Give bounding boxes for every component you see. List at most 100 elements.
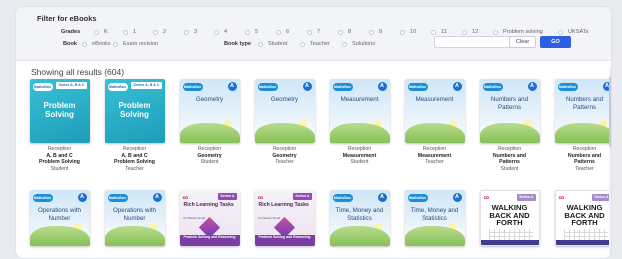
radio-icon[interactable] <box>123 29 128 35</box>
cover-title: Numbers and Patterns <box>565 96 604 111</box>
book-cover[interactable]: ∞ Series A Rich Learning Tasks Dr Marian Sm… <box>179 190 240 246</box>
book-type-option-student[interactable]: Student <box>258 41 287 47</box>
radio-icon[interactable] <box>245 29 250 35</box>
grades-label: Grades <box>61 29 81 35</box>
book-card[interactable]: MathsBox A Numbers and Patterns Reception Nu… <box>472 79 547 172</box>
radio-icon[interactable] <box>400 29 405 35</box>
book-meta: Reception Measurement Teacher <box>397 146 472 166</box>
book-cover[interactable]: MathsBox Series A, B & C Problem Solving <box>104 79 165 143</box>
grade-option[interactable]: 2 <box>153 29 166 35</box>
book-cover[interactable]: MathsBox A Measurement <box>404 79 465 143</box>
book-card[interactable]: MathsBox A Geometry Reception Geometry Teache… <box>247 79 322 166</box>
radio-icon[interactable] <box>338 29 343 35</box>
radio-icon[interactable] <box>82 41 87 47</box>
option-label: UKSATs <box>568 29 589 35</box>
grade-option[interactable]: 11 <box>431 29 447 35</box>
grade-option[interactable]: 3 <box>184 29 197 35</box>
series-a-badge: A <box>302 82 312 91</box>
book-card[interactable]: MathsBox A Numbers and Patterns Reception Nu… <box>547 79 611 172</box>
grade-option[interactable]: 1 <box>123 29 136 35</box>
book-card[interactable]: MathsBox A Time, Money and Statistics <box>397 190 472 246</box>
book-card[interactable]: ∞ Series A WALKING BACK AND FORTH <box>547 190 611 246</box>
cover-band <box>480 240 539 245</box>
radio-icon[interactable] <box>493 29 498 35</box>
cover-band <box>555 240 611 245</box>
grade-option[interactable]: 7 <box>307 29 320 35</box>
radio-icon[interactable] <box>369 29 374 35</box>
radio-icon[interactable] <box>300 41 305 47</box>
book-cover[interactable]: MathsBox A Operations with Number <box>104 190 165 246</box>
book-cover[interactable]: MathsBox A Measurement <box>329 79 390 143</box>
book-meta-line: Teacher <box>425 159 444 165</box>
cover-title: Measurement <box>415 96 454 103</box>
grade-option[interactable]: 8 <box>338 29 351 35</box>
book-card[interactable]: MathsBox A Operations with Number <box>97 190 172 246</box>
go-button[interactable]: GO <box>540 36 571 48</box>
book-card[interactable]: MathsBox A Geometry Reception Geometry Studen… <box>172 79 247 166</box>
book-cover[interactable]: ∞ Series A WALKING BACK AND FORTH <box>554 190 611 246</box>
book-cover[interactable]: MathsBox A Time, Money and Statistics <box>329 190 390 246</box>
scrollbar-thumb[interactable] <box>609 77 611 147</box>
grade-option[interactable]: 6 <box>276 29 289 35</box>
book-option-ebooks[interactable]: eBooks <box>82 41 111 47</box>
radio-icon[interactable] <box>153 29 158 35</box>
radio-icon[interactable] <box>184 29 189 35</box>
option-label: 2 <box>163 29 167 35</box>
series-tag: Series A, B & C <box>131 82 162 89</box>
radio-icon[interactable] <box>462 29 467 35</box>
grass-illustration <box>329 226 390 246</box>
book-type-option-solutions[interactable]: Solutions <box>342 41 375 47</box>
grade-option[interactable]: UKSATs <box>558 29 588 35</box>
grade-option[interactable]: 9 <box>369 29 382 35</box>
book-meta: Reception Numbers and Patterns Student <box>472 146 547 172</box>
book-cover[interactable]: MathsBox A Time, Money and Statistics <box>404 190 465 246</box>
book-cover[interactable]: MathsBox A Numbers and Patterns <box>479 79 540 143</box>
book-meta: Reception A, B and C Problem Solving Studen… <box>22 146 97 172</box>
book-card[interactable]: ∞ Series A WALKING BACK AND FORTH <box>472 190 547 246</box>
book-cover[interactable]: ∞ Series A WALKING BACK AND FORTH <box>479 190 540 246</box>
book-card[interactable]: MathsBox A Measurement Reception Measurement… <box>397 79 472 166</box>
book-cover[interactable]: MathsBox A Numbers and Patterns <box>554 79 611 143</box>
grade-option[interactable]: 12 <box>462 29 478 35</box>
radio-icon[interactable] <box>342 41 347 47</box>
radio-icon[interactable] <box>94 29 99 35</box>
results-count: Showing all results (604) <box>31 67 125 77</box>
option-label: 3 <box>194 29 198 35</box>
radio-icon[interactable] <box>307 29 312 35</box>
book-card[interactable]: MathsBox A Time, Money and Statistics <box>322 190 397 246</box>
book-card[interactable]: MathsBox A Operations with Number <box>22 190 97 246</box>
book-card[interactable]: ∞ Series A Rich Learning Tasks Dr Marian Sm… <box>172 190 247 246</box>
book-cover[interactable]: MathsBox A Operations with Number <box>29 190 90 246</box>
book-cover[interactable]: MathsBox A Geometry <box>254 79 315 143</box>
grade-option[interactable]: 4 <box>214 29 227 35</box>
book-card[interactable]: ∞ Series A Rich Learning Tasks Dr Marian Sm… <box>247 190 322 246</box>
scrollbar[interactable] <box>609 67 611 257</box>
book-cover[interactable]: MathsBox Series A, B & C Problem Solving <box>29 79 90 143</box>
search-input[interactable]: × <box>434 36 521 48</box>
book-cover[interactable]: ∞ Series A Rich Learning Tasks Dr Marian Sm… <box>254 190 315 246</box>
filter-title: Filter for eBooks <box>37 14 97 23</box>
option-label: K <box>104 29 108 35</box>
radio-icon[interactable] <box>276 29 281 35</box>
grade-option[interactable]: K <box>94 29 108 35</box>
book-cover[interactable]: MathsBox A Geometry <box>179 79 240 143</box>
book-card[interactable]: MathsBox A Measurement Reception Measurement… <box>322 79 397 166</box>
book-meta: Reception Geometry Student <box>172 146 247 166</box>
book-meta-line: Teacher <box>575 165 594 172</box>
radio-icon[interactable] <box>558 29 563 35</box>
brand-logo: MathsBox <box>32 83 53 91</box>
clear-button[interactable]: Clear <box>509 36 536 48</box>
grade-option[interactable]: 5 <box>245 29 258 35</box>
brand-logo: MathsBox <box>332 83 353 91</box>
grade-option[interactable]: 10 <box>400 29 416 35</box>
grass-illustration <box>254 123 315 143</box>
book-type-option-teacher[interactable]: Teacher <box>300 41 330 47</box>
book-card[interactable]: MathsBox Series A, B & C Problem Solving Re… <box>22 79 97 172</box>
book-card[interactable]: MathsBox Series A, B & C Problem Solving Re… <box>97 79 172 172</box>
radio-icon[interactable] <box>431 29 436 35</box>
radio-icon[interactable] <box>258 41 263 47</box>
book-option-exam-revision[interactable]: Exam revision <box>113 41 158 47</box>
grade-option[interactable]: Problem solving <box>493 29 543 35</box>
radio-icon[interactable] <box>113 41 118 47</box>
radio-icon[interactable] <box>214 29 219 35</box>
